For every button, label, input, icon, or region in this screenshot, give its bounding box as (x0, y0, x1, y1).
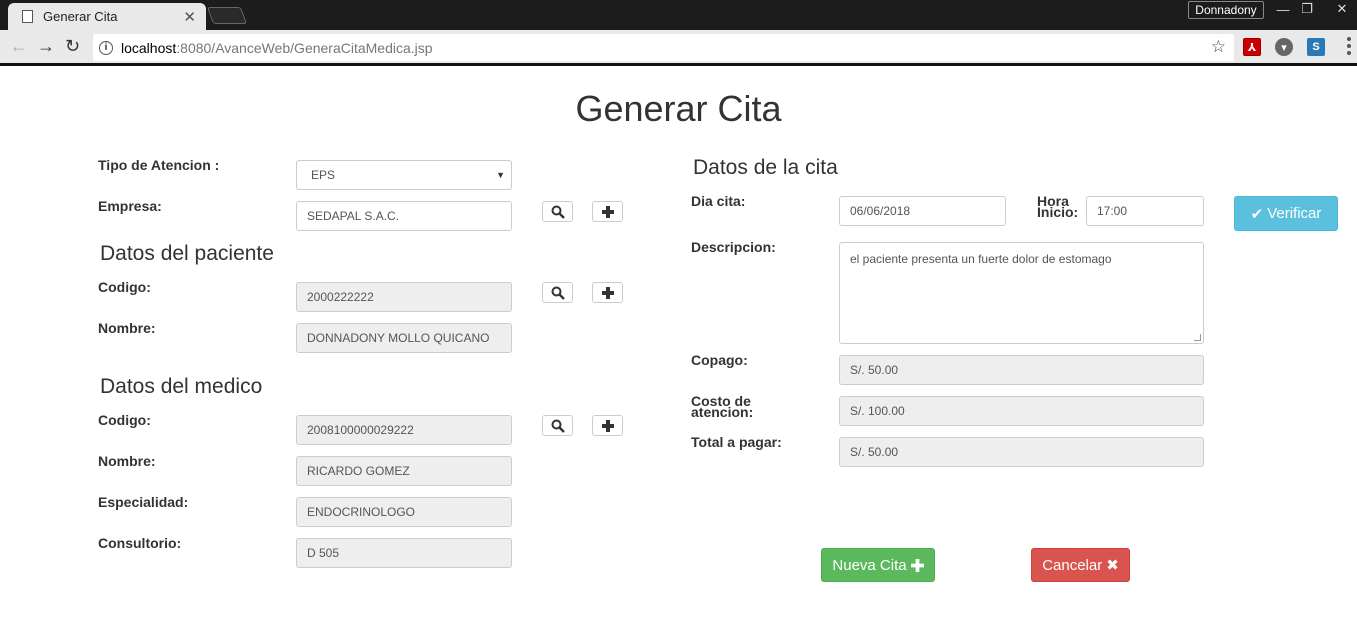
browser-tab-bar: Generar Cita ✕ Donnadony — ❐ ✕ (0, 0, 1357, 30)
search-empresa-button[interactable] (542, 201, 573, 222)
medico-nombre-input[interactable]: RICARDO GOMEZ (296, 456, 512, 486)
descripcion-text: el paciente presenta un fuerte dolor de … (850, 252, 1112, 266)
pdf-extension-icon[interactable]: ⅄ (1243, 38, 1261, 56)
times-icon: ✖ (1106, 557, 1119, 574)
especialidad-input[interactable]: ENDOCRINOLOGO (296, 497, 512, 527)
paciente-codigo-label: Codigo: (98, 279, 151, 295)
page-title: Generar Cita (575, 88, 782, 129)
medico-heading: Datos del medico (100, 375, 263, 398)
paciente-heading: Datos del paciente (100, 242, 274, 265)
close-tab-icon[interactable]: ✕ (183, 8, 196, 26)
costo-atencion-input[interactable]: S/. 100.00 (839, 396, 1204, 426)
restore-icon[interactable]: ❐ (1294, 0, 1320, 18)
add-paciente-button[interactable] (592, 282, 623, 303)
hora-inicio-input[interactable]: 17:00 (1086, 196, 1204, 226)
medico-codigo-input[interactable]: 2008100000029222 (296, 415, 512, 445)
descripcion-label: Descripcion: (691, 239, 776, 255)
forward-icon[interactable]: → (37, 36, 55, 57)
dia-cita-input[interactable]: 06/06/2018 (839, 196, 1006, 226)
costo-label-line2: atencion: (691, 404, 754, 420)
copago-label: Copago: (691, 352, 748, 368)
nueva-cita-button[interactable]: Nueva Cita (821, 548, 935, 582)
descripcion-textarea[interactable]: el paciente presenta un fuerte dolor de … (839, 242, 1204, 344)
nueva-cita-label: Nueva Cita (832, 556, 907, 574)
costo-atencion-label: Costo de atencion: (691, 394, 754, 420)
document-icon (22, 10, 33, 23)
tab-title: Generar Cita (43, 9, 118, 24)
bookmark-star-icon[interactable]: ☆ (1211, 37, 1226, 57)
cancelar-button[interactable]: Cancelar ✖ (1031, 548, 1130, 582)
especialidad-label: Especialidad: (98, 494, 189, 510)
search-medico-button[interactable] (542, 415, 573, 436)
cita-heading: Datos de la cita (693, 156, 838, 179)
search-paciente-button[interactable] (542, 282, 573, 303)
search-icon (551, 205, 565, 219)
profile-button[interactable]: Donnadony (1188, 1, 1264, 19)
back-icon[interactable]: ← (10, 36, 28, 57)
url-host: localhost (121, 39, 177, 56)
medico-nombre-label: Nombre: (98, 453, 156, 469)
paciente-codigo-input[interactable]: 2000222222 (296, 282, 512, 312)
consultorio-label: Consultorio: (98, 535, 182, 551)
add-empresa-button[interactable] (592, 201, 623, 222)
tipo-atencion-select[interactable]: EPS ▼ (296, 160, 512, 190)
paciente-nombre-input[interactable]: DONNADONY MOLLO QUICANO (296, 323, 512, 353)
hora-label-line2: Inicio: (1037, 204, 1079, 220)
info-icon[interactable]: i (99, 40, 113, 55)
minimize-icon[interactable]: — (1270, 0, 1296, 18)
hora-label: Hora Inicio: (1037, 194, 1079, 220)
chevron-down-icon: ▼ (496, 170, 505, 180)
new-tab-button[interactable] (206, 7, 248, 24)
copago-input[interactable]: S/. 50.00 (839, 355, 1204, 385)
total-input[interactable]: S/. 50.00 (839, 437, 1204, 467)
plus-icon (601, 205, 614, 218)
plus-icon (601, 286, 614, 299)
consultorio-input[interactable]: D 505 (296, 538, 512, 568)
tipo-atencion-value: EPS (311, 168, 336, 182)
close-window-icon[interactable]: ✕ (1327, 0, 1357, 18)
search-icon (551, 286, 565, 300)
resize-handle-icon[interactable] (1194, 334, 1201, 341)
empresa-label: Empresa: (98, 198, 162, 214)
verificar-label: Verificar (1267, 205, 1322, 222)
browser-tab[interactable]: Generar Cita ✕ (8, 3, 206, 30)
paciente-nombre-label: Nombre: (98, 320, 156, 336)
search-icon (551, 419, 565, 433)
check-icon: ✔ (1250, 205, 1264, 223)
medico-codigo-label: Codigo: (98, 412, 151, 428)
empresa-input[interactable]: SEDAPAL S.A.C. (296, 201, 512, 231)
address-bar[interactable]: i localhost:8080/AvanceWeb/GeneraCitaMed… (93, 34, 1234, 61)
add-medico-button[interactable] (592, 415, 623, 436)
cancelar-label: Cancelar (1042, 556, 1103, 574)
total-label: Total a pagar: (691, 434, 782, 450)
plus-icon (910, 558, 924, 572)
verificar-button[interactable]: ✔ Verificar (1234, 196, 1338, 231)
browser-menu-icon[interactable] (1347, 37, 1351, 55)
s-extension-icon[interactable]: S (1307, 38, 1325, 56)
pocket-extension-icon[interactable]: ▾ (1275, 38, 1293, 56)
tipo-atencion-label: Tipo de Atencion : (98, 157, 220, 173)
browser-toolbar: ← → ↻ i localhost:8080/AvanceWeb/GeneraC… (0, 30, 1357, 66)
reload-icon[interactable]: ↻ (65, 36, 80, 57)
url-path: :8080/AvanceWeb/GeneraCitaMedica.jsp (176, 39, 433, 56)
dia-cita-label: Dia cita: (691, 193, 746, 209)
plus-icon (601, 419, 614, 432)
